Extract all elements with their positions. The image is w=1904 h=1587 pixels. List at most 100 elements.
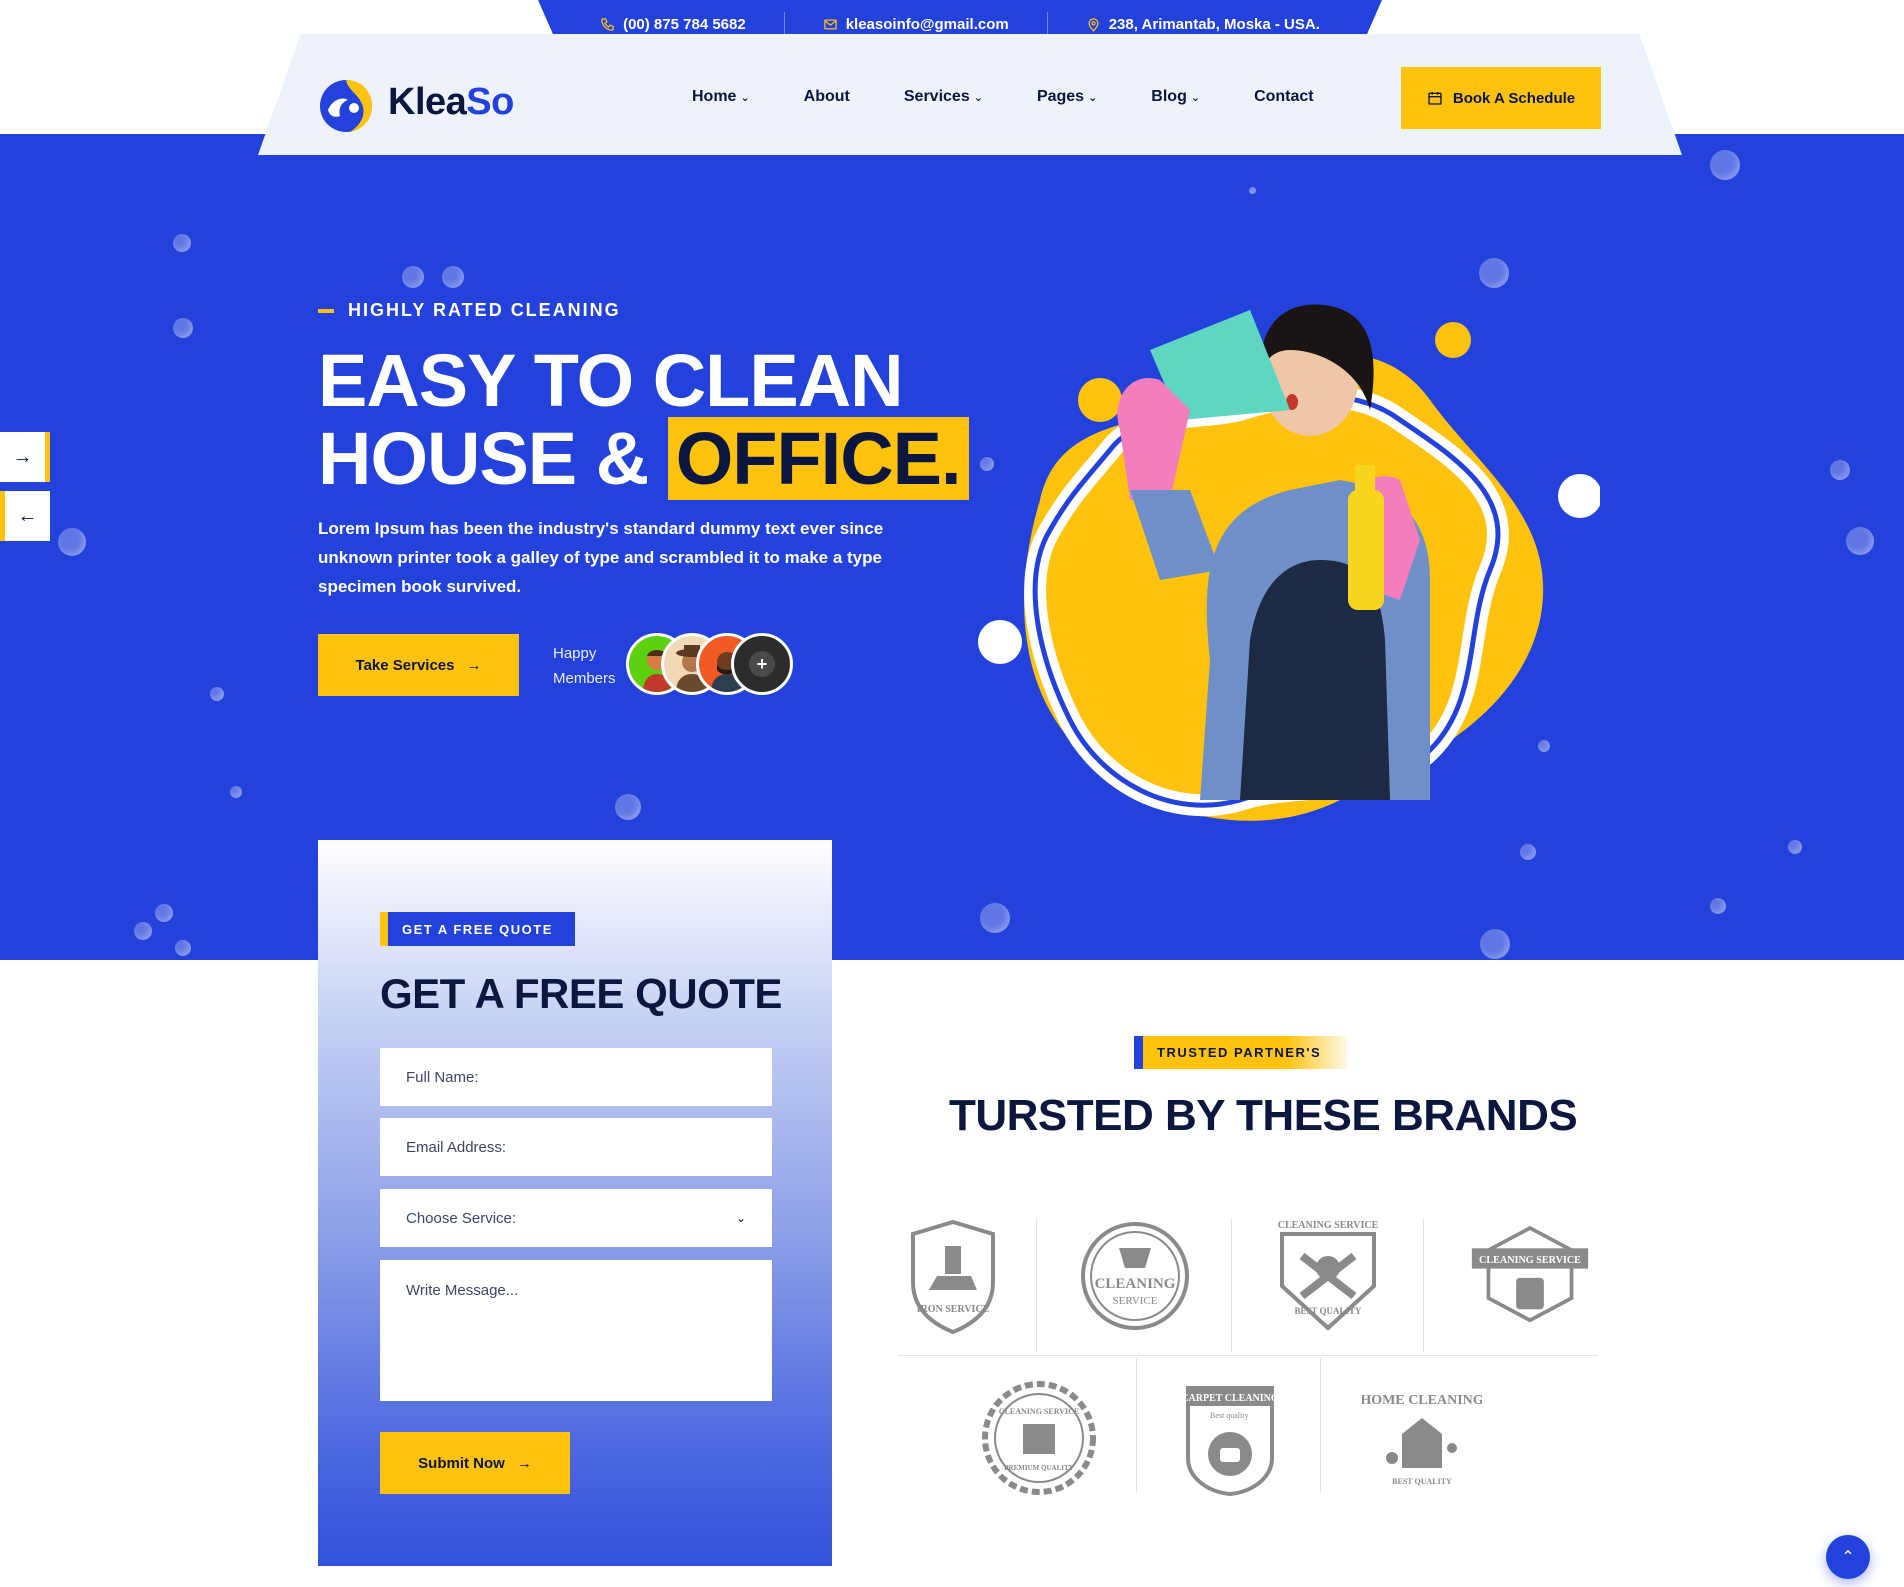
brand-logo-iron-service[interactable]: IRON SERVICE	[893, 1216, 1013, 1336]
bubble	[173, 234, 191, 252]
nav-blog[interactable]: Blog ⌄	[1151, 88, 1200, 106]
quote-title: GET A FREE QUOTE	[380, 970, 782, 1017]
brand-logo-cleaning-service-shield[interactable]: CLEANING SERVICE BEST QUALITY	[1268, 1216, 1388, 1336]
bubble	[1480, 929, 1510, 959]
brand-logo-subtext: Best quality	[1210, 1411, 1248, 1420]
hero-section	[0, 134, 1904, 960]
quote-form-card: GET A FREE QUOTE GET A FREE QUOTE Full N…	[318, 840, 832, 1566]
chevron-up-icon: ⌃	[1841, 1549, 1855, 1566]
bubble	[173, 318, 193, 338]
logo-icon	[320, 80, 372, 132]
logo-text-part2: So	[466, 80, 514, 123]
arrow-right-icon: →	[466, 656, 482, 674]
arrow-right-icon: →	[12, 445, 33, 468]
nav-pages[interactable]: Pages ⌄	[1037, 88, 1097, 106]
bubble	[1520, 844, 1536, 860]
quote-badge: GET A FREE QUOTE	[380, 912, 575, 946]
brand-logo-text: CLEANING SERVICE	[1278, 1220, 1379, 1231]
full-name-placeholder: Full Name:	[406, 1068, 479, 1086]
brand-logo-text: CLEANING SERVICE	[999, 1407, 1079, 1416]
brand-logo-home-cleaning[interactable]: HOME CLEANING BEST QUALITY	[1362, 1378, 1482, 1498]
nav-home-label: Home	[692, 88, 737, 105]
grid-divider	[1320, 1358, 1321, 1492]
grid-divider	[1036, 1218, 1037, 1352]
bubble	[1710, 150, 1740, 180]
email-placeholder: Email Address:	[406, 1138, 507, 1156]
brand-logo-carpet-cleaning[interactable]: CARPET CLEANING Best quality	[1170, 1378, 1290, 1498]
brand-logo-text: CLEANING	[1095, 1276, 1176, 1292]
brand-logo-subtext: SERVICE	[1113, 1295, 1158, 1307]
nav-contact[interactable]: Contact	[1254, 88, 1314, 106]
nav-services[interactable]: Services ⌄	[904, 88, 983, 106]
bubble	[1830, 460, 1850, 480]
nav-about[interactable]: About	[804, 88, 850, 106]
site-logo[interactable]: KleaSo	[318, 70, 514, 134]
book-schedule-button[interactable]: Book A Schedule	[1401, 67, 1601, 129]
nav-home[interactable]: Home ⌄	[692, 88, 750, 106]
brands-badge: TRUSTED PARTNER'S	[1134, 1036, 1348, 1069]
hero-title-highlight: OFFICE.	[667, 417, 969, 500]
nav-pages-label: Pages	[1036, 88, 1085, 105]
grid-divider	[1136, 1358, 1137, 1492]
bubble	[134, 922, 152, 940]
bubble	[402, 266, 424, 288]
brand-logo-cleaning-service-hex[interactable]: CLEANING SERVICE	[1470, 1216, 1590, 1336]
grid-divider	[898, 1355, 1598, 1356]
topbar-phone[interactable]: (00) 875 784 5682	[562, 12, 784, 36]
logo-text-part1: Klea	[388, 80, 467, 123]
arrow-right-icon: →	[516, 1454, 532, 1472]
topbar-address[interactable]: 238, Arimantab, Moska - USA.	[1046, 12, 1358, 36]
service-placeholder: Choose Service:	[406, 1209, 517, 1227]
nav-contact-label: Contact	[1254, 88, 1314, 105]
main-nav: Home ⌄ About Services ⌄ Pages ⌄ Blog ⌄ Conta…	[692, 88, 1368, 106]
take-services-label: Take Services	[355, 656, 455, 674]
hero-illustration	[978, 304, 1600, 821]
chevron-down-icon: ⌄	[1088, 91, 1098, 104]
book-schedule-label: Book A Schedule	[1452, 89, 1576, 107]
scroll-to-top-button[interactable]: ⌃	[1826, 1535, 1870, 1579]
message-placeholder: Write Message...	[406, 1282, 519, 1299]
arrow-left-icon: ←	[17, 504, 38, 527]
message-textarea[interactable]: Write Message...	[380, 1260, 772, 1401]
hero-title: EASY TO CLEAN HOUSE & OFFICE.	[318, 339, 969, 500]
slider-next-button[interactable]: →	[0, 432, 50, 482]
phone-text: (00) 875 784 5682	[623, 15, 746, 33]
brand-logo-premium-quality[interactable]: CLEANING SERVICE PREMIUM QUALITY	[979, 1378, 1099, 1498]
chevron-down-icon: ⌄	[1190, 91, 1201, 104]
service-select[interactable]: Choose Service: ⌄	[380, 1189, 772, 1247]
brand-logo-subtext: PREMIUM QUALITY	[1004, 1464, 1073, 1472]
brand-logo-cleaning-service[interactable]: CLEANING SERVICE	[1075, 1216, 1195, 1336]
brand-logo-text: HOME CLEANING	[1362, 1393, 1482, 1408]
chevron-down-icon: ⌄	[973, 91, 983, 104]
brand-logo-text: CARPET CLEANING	[1181, 1393, 1279, 1404]
full-name-field[interactable]: Full Name:	[380, 1048, 772, 1106]
happy-line1: Happy	[553, 645, 597, 662]
hero-title-line1: EASY TO CLEAN	[318, 339, 904, 422]
slider-prev-button[interactable]: ←	[0, 491, 50, 541]
grid-divider	[1231, 1218, 1232, 1352]
brands-title: TURSTED BY THESE BRANDS	[949, 1091, 1578, 1140]
location-pin-icon	[1088, 17, 1099, 32]
eyebrow-dash	[318, 308, 334, 313]
take-services-button[interactable]: Take Services →	[318, 634, 519, 696]
email-field[interactable]: Email Address:	[380, 1118, 772, 1176]
chevron-down-icon: ⌄	[740, 91, 750, 104]
nav-services-label: Services	[903, 88, 970, 105]
avatar-more[interactable]: +	[731, 633, 793, 695]
nav-about-label: About	[803, 88, 850, 105]
phone-icon	[601, 17, 614, 31]
chevron-down-icon: ⌄	[735, 1211, 746, 1225]
bubble	[175, 940, 191, 956]
bubble	[442, 266, 464, 288]
hero-description: Lorem Ipsum has been the industry's stan…	[318, 519, 884, 596]
hero-title-line2: HOUSE &	[318, 417, 649, 500]
bubble	[230, 786, 242, 798]
topbar-email[interactable]: kleasoinfo@gmail.com	[783, 12, 1047, 36]
grid-divider	[1423, 1218, 1424, 1352]
hero-eyebrow: HIGHLY RATED CLEANING	[318, 300, 621, 321]
submit-button[interactable]: Submit Now →	[380, 1432, 570, 1494]
happy-members-label: Happy Members	[553, 641, 616, 691]
plus-icon: +	[749, 651, 775, 677]
bubble	[1846, 527, 1874, 555]
bubble	[980, 903, 1010, 933]
